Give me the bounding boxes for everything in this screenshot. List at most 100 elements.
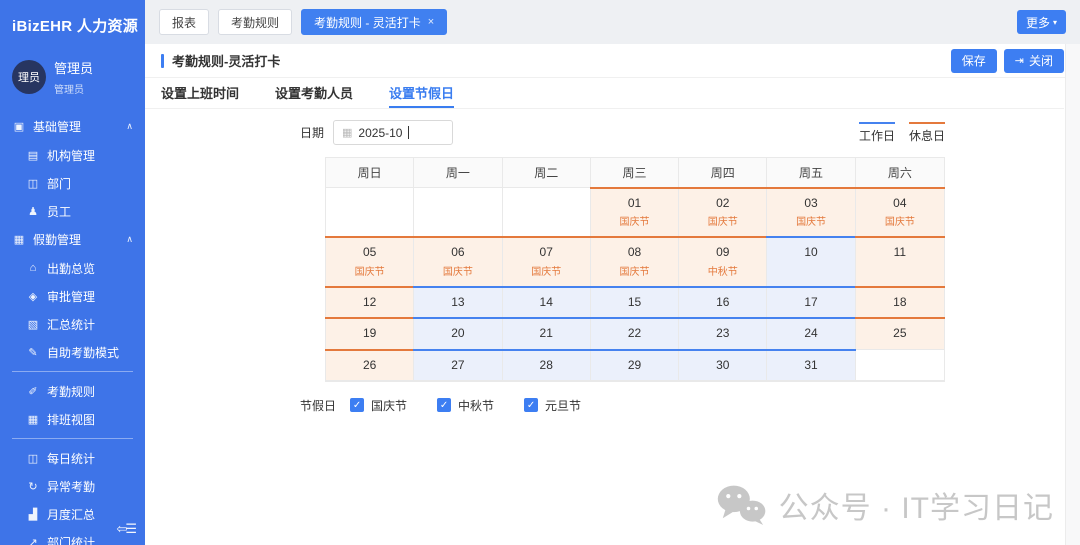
calendar-cell[interactable]: 13 <box>414 287 502 318</box>
tab-设置节假日[interactable]: 设置节假日 <box>389 78 454 108</box>
calendar-day-number: 06 <box>414 245 501 259</box>
sidebar-item-自助考勤模式[interactable]: ✎ 自助考勤模式 <box>0 338 145 366</box>
calendar-day-number: 28 <box>503 358 590 372</box>
checkbox-checked-icon[interactable]: ✓ <box>524 398 538 412</box>
sidebar-item-汇总统计[interactable]: ▧汇总统计 <box>0 310 145 338</box>
tag-icon: ◈ <box>26 290 40 303</box>
sidebar-item-label: 异常考勤 <box>47 478 95 495</box>
window-tab[interactable]: 考勤规则 - 灵活打卡 × <box>301 9 447 35</box>
calendar-cell[interactable]: 28 <box>503 350 591 381</box>
holiday-option-label: 中秋节 <box>458 397 494 414</box>
calendar-cell[interactable]: 24 <box>767 318 855 349</box>
sidebar-item-考勤规则[interactable]: ✐考勤规则 <box>0 377 145 405</box>
calendar-cell[interactable]: 19 <box>326 318 414 349</box>
sidebar-item-每日统计[interactable]: ◫每日统计 <box>0 444 145 472</box>
holiday-checkbox-中秋节[interactable]: ✓ 中秋节 <box>437 397 494 414</box>
calendar-cell[interactable]: 14 <box>503 287 591 318</box>
sidebar-item-label: 汇总统计 <box>47 316 95 333</box>
calendar-cell[interactable]: 03国庆节 <box>767 188 855 237</box>
sidebar-item-部门[interactable]: ◫部门 <box>0 169 145 197</box>
holiday-checkbox-国庆节[interactable]: ✓国庆节 <box>350 397 407 414</box>
chevron-up-icon: ∧ <box>126 121 133 132</box>
calendar-cell[interactable]: 09中秋节 <box>679 237 767 286</box>
sidebar-item-出勤总览[interactable]: ⌂出勤总览 <box>0 254 145 282</box>
date-input[interactable]: ▦ 2025-10 <box>333 120 453 145</box>
logout-icon: ⇥ <box>1015 54 1024 67</box>
sidebar-item-基础管理[interactable]: ▣基础管理∧ <box>0 112 145 141</box>
close-button-label: 关闭 <box>1029 52 1053 69</box>
calendar-day-number: 22 <box>591 326 678 340</box>
menu-fold-icon[interactable]: ⇦☰ <box>116 521 135 537</box>
calendar-cell[interactable]: 10 <box>767 237 855 286</box>
day-type-legend: 工作日休息日 <box>859 122 945 144</box>
vertical-scrollbar[interactable] <box>1065 44 1080 545</box>
sidebar-item-假勤管理[interactable]: ▦假勤管理∧ <box>0 225 145 254</box>
save-button[interactable]: 保存 <box>951 49 997 73</box>
more-button[interactable]: 更多 ▾ <box>1017 10 1066 34</box>
calendar-day-number: 01 <box>591 196 678 210</box>
calendar-cell[interactable]: 08国庆节 <box>591 237 679 286</box>
checkbox-checked-icon[interactable]: ✓ <box>437 398 451 412</box>
calendar-cell[interactable]: 02国庆节 <box>679 188 767 237</box>
calendar-day-number: 04 <box>856 196 944 210</box>
calendar-cell[interactable]: 17 <box>767 287 855 318</box>
sidebar-item-label: 机构管理 <box>47 147 95 164</box>
calendar-cell[interactable]: 15 <box>591 287 679 318</box>
calendar-day-number: 21 <box>503 326 590 340</box>
calendar-weekday: 周三 <box>591 158 679 188</box>
calendar-cell[interactable]: 01国庆节 <box>591 188 679 237</box>
calendar-cell[interactable]: 30 <box>679 350 767 381</box>
calendar-cell[interactable]: 21 <box>503 318 591 349</box>
calendar-cell[interactable]: 04国庆节 <box>856 188 944 237</box>
title-accent-bar <box>161 54 164 68</box>
window-tab[interactable]: 报表 <box>159 9 209 35</box>
calendar-cell[interactable]: 23 <box>679 318 767 349</box>
calendar-cell[interactable]: 12 <box>326 287 414 318</box>
calendar-cell[interactable]: 31 <box>767 350 855 381</box>
user-info: 管理员 管理员 <box>54 58 93 96</box>
calendar-day-number: 30 <box>679 358 766 372</box>
calendar-cell[interactable]: 26 <box>326 350 414 381</box>
close-tab-icon[interactable]: × <box>428 16 434 28</box>
calendar-day-number: 08 <box>591 245 678 259</box>
legend-work[interactable]: 工作日 <box>859 122 895 144</box>
calendar-cell[interactable]: 07国庆节 <box>503 237 591 286</box>
calendar-cell[interactable]: 16 <box>679 287 767 318</box>
close-button[interactable]: ⇥ 关闭 <box>1004 49 1064 73</box>
sidebar-item-label: 出勤总览 <box>47 260 95 277</box>
calendar-weekday: 周六 <box>856 158 944 188</box>
calendar-cell[interactable]: 27 <box>414 350 502 381</box>
calendar-day-number: 26 <box>326 358 413 372</box>
sidebar-item-排班视图[interactable]: ▦排班视图 <box>0 405 145 433</box>
calendar-cell[interactable]: 20 <box>414 318 502 349</box>
checkbox-checked-icon[interactable]: ✓ <box>350 398 364 412</box>
calendar-day-number: 14 <box>503 295 590 309</box>
sidebar-item-异常考勤[interactable]: ↻异常考勤 <box>0 472 145 500</box>
calendar-cell[interactable]: 25 <box>856 318 944 349</box>
pen-icon: ✎ <box>26 346 40 359</box>
calendar-cell[interactable]: 06国庆节 <box>414 237 502 286</box>
avatar: 理员 <box>12 60 46 94</box>
sidebar-item-label: 自助考勤模式 <box>47 344 119 361</box>
window-tab-label: 考勤规则 - 灵活打卡 <box>314 14 421 31</box>
legend-rest[interactable]: 休息日 <box>909 122 945 144</box>
calendar-day-number: 17 <box>767 295 854 309</box>
calendar-cell[interactable]: 18 <box>856 287 944 318</box>
window-tab[interactable]: 考勤规则 <box>218 9 292 35</box>
sidebar-item-机构管理[interactable]: ▤机构管理 <box>0 141 145 169</box>
holiday-checkbox-元旦节[interactable]: ✓元旦节 <box>524 397 581 414</box>
user-profile[interactable]: 理员 管理员 管理员 <box>0 46 145 112</box>
sidebar-item-label: 部门 <box>47 175 71 192</box>
calendar-holiday-label: 国庆节 <box>767 213 854 228</box>
sidebar-divider <box>12 371 133 372</box>
tab-设置考勤人员[interactable]: 设置考勤人员 <box>275 78 353 108</box>
calendar-cell[interactable]: 29 <box>591 350 679 381</box>
calendar-cell[interactable]: 22 <box>591 318 679 349</box>
sidebar-item-员工[interactable]: ♟员工 <box>0 197 145 225</box>
user-role: 管理员 <box>54 81 93 96</box>
calendar-cell[interactable]: 11 <box>856 237 944 286</box>
sidebar-item-审批管理[interactable]: ◈审批管理 <box>0 282 145 310</box>
calendar-cell[interactable]: 05国庆节 <box>326 237 414 286</box>
tab-设置上班时间[interactable]: 设置上班时间 <box>161 78 239 108</box>
calendar-day-number: 16 <box>679 295 766 309</box>
